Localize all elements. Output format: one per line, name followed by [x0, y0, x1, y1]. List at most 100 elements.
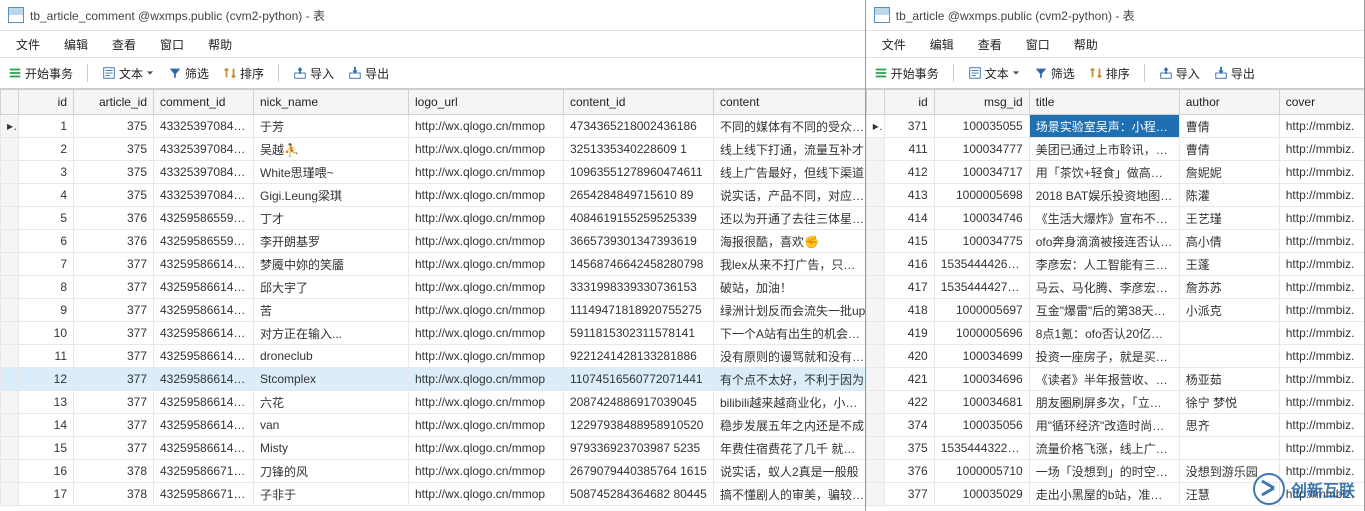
cell[interactable]: 《读者》半年报营收、净利	[1029, 368, 1179, 391]
cell[interactable]: 1535444322418	[934, 437, 1029, 460]
row-gutter[interactable]	[866, 391, 884, 414]
cell[interactable]: http://wx.qlogo.cn/mmop	[409, 115, 564, 138]
table-row[interactable]: 1537743259586614724Mistyhttp://wx.qlogo.…	[1, 437, 865, 460]
sort-button[interactable]: 排序	[1087, 64, 1132, 83]
cell[interactable]: 还以为开通了去往三体星飞！	[714, 207, 865, 230]
cell[interactable]: 用「茶饮+轻食」做高品质！	[1029, 161, 1179, 184]
cell[interactable]: http://mmbiz.	[1279, 161, 1364, 184]
export-button[interactable]: 导出	[1212, 64, 1257, 83]
cell[interactable]: 投资一座房子，就是买一座	[1029, 345, 1179, 368]
column-header[interactable]: id	[884, 90, 934, 115]
cell[interactable]: 375	[74, 161, 154, 184]
cell[interactable]: 11074516560772071441	[564, 368, 714, 391]
cell[interactable]: 2654284849715610 89	[564, 184, 714, 207]
cell[interactable]: 詹苏苏	[1179, 276, 1279, 299]
row-gutter[interactable]	[1, 345, 19, 368]
column-header[interactable]: cover	[1279, 90, 1364, 115]
cell[interactable]: 43325397084944	[154, 138, 254, 161]
table-row[interactable]: ▸371100035055场景实验室吴声：小程序很曹倩http://mmbiz.	[866, 115, 1364, 138]
cell[interactable]: 15	[19, 437, 74, 460]
cell[interactable]: 12	[19, 368, 74, 391]
cell[interactable]: 一场「没想到」的时空环游，	[1029, 460, 1179, 483]
cell[interactable]: 六花	[254, 391, 409, 414]
cell[interactable]: 用"循环经济"改造时尚消费，	[1029, 414, 1179, 437]
cell[interactable]: 14	[19, 414, 74, 437]
cell[interactable]: http://wx.qlogo.cn/mmop	[409, 230, 564, 253]
table-row[interactable]: 337543325397084944White思瑾喂~http://wx.qlo…	[1, 161, 865, 184]
row-gutter[interactable]	[1, 299, 19, 322]
cell[interactable]	[1179, 322, 1279, 345]
cell[interactable]: http://mmbiz.	[1279, 184, 1364, 207]
cell[interactable]: 378	[74, 460, 154, 483]
table-row[interactable]: 420100034699投资一座房子，就是买一座http://mmbiz.	[866, 345, 1364, 368]
cell[interactable]: 377	[74, 437, 154, 460]
cell[interactable]: 6	[19, 230, 74, 253]
cell[interactable]: 43259586671766	[154, 483, 254, 506]
cell[interactable]: 小派克	[1179, 299, 1279, 322]
cell[interactable]: 说实话，产品不同，对应的其	[714, 184, 865, 207]
begin-transaction-button[interactable]: 开始事务	[872, 64, 941, 83]
row-gutter[interactable]	[866, 299, 884, 322]
cell[interactable]: 100034696	[934, 368, 1029, 391]
cell[interactable]: 1535444426668	[934, 253, 1029, 276]
cell[interactable]: 10	[19, 322, 74, 345]
table-row[interactable]: 41310000056982018 BAT娱乐投资地图，看陈灌http://mm…	[866, 184, 1364, 207]
cell[interactable]: van	[254, 414, 409, 437]
table-row[interactable]: 1437743259586614724vanhttp://wx.qlogo.cn…	[1, 414, 865, 437]
column-header[interactable]: logo_url	[409, 90, 564, 115]
column-header[interactable]: id	[19, 90, 74, 115]
cell[interactable]: 43259586614724	[154, 299, 254, 322]
cell[interactable]: http://wx.qlogo.cn/mmop	[409, 322, 564, 345]
row-gutter[interactable]	[866, 345, 884, 368]
column-header[interactable]: content_id	[564, 90, 714, 115]
cell[interactable]: 43259586614724	[154, 345, 254, 368]
cell[interactable]: 3	[19, 161, 74, 184]
cell[interactable]: http://wx.qlogo.cn/mmop	[409, 391, 564, 414]
grid[interactable]: idarticle_idcomment_idnick_namelogo_urlc…	[0, 89, 865, 511]
cell[interactable]: 陈灌	[1179, 184, 1279, 207]
cell[interactable]: 有个点不太好，不利于因为	[714, 368, 865, 391]
cell[interactable]: http://wx.qlogo.cn/mmop	[409, 253, 564, 276]
cell[interactable]: 杨亚茹	[1179, 368, 1279, 391]
cell[interactable]: 377	[74, 253, 154, 276]
cell[interactable]: 376	[884, 460, 934, 483]
row-gutter[interactable]	[866, 437, 884, 460]
cell[interactable]: 邱大宇了	[254, 276, 409, 299]
cell[interactable]: 43259586559359	[154, 230, 254, 253]
cell[interactable]: 我lex从来不打广告，只用爱	[714, 253, 865, 276]
table-row[interactable]: 737743259586614724梦魇中妳的笑靥http://wx.qlogo…	[1, 253, 865, 276]
table-row[interactable]: ▸137543325397084944于芳http://wx.qlogo.cn/…	[1, 115, 865, 138]
text-button[interactable]: 文本	[100, 64, 156, 83]
cell[interactable]: 吴越⛹	[254, 138, 409, 161]
cell[interactable]: 马云、马化腾、李彦宏齐聚	[1029, 276, 1179, 299]
row-gutter[interactable]	[866, 483, 884, 506]
cell[interactable]: http://mmbiz.	[1279, 322, 1364, 345]
cell[interactable]	[1179, 437, 1279, 460]
cell[interactable]: 100035055	[934, 115, 1029, 138]
cell[interactable]: 43325397084944	[154, 161, 254, 184]
cell[interactable]: 2087424886917039045	[564, 391, 714, 414]
cell[interactable]: 11149471818920755275	[564, 299, 714, 322]
cell[interactable]: 43325397084944	[154, 115, 254, 138]
cell[interactable]: 李开朗基罗	[254, 230, 409, 253]
cell[interactable]: 梦魇中妳的笑靥	[254, 253, 409, 276]
cell[interactable]: 1000005697	[934, 299, 1029, 322]
table-row[interactable]: 837743259586614724邱大宇了http://wx.qlogo.cn…	[1, 276, 865, 299]
table-row[interactable]: 421100034696《读者》半年报营收、净利杨亚茹http://mmbiz.	[866, 368, 1364, 391]
cell[interactable]: 高小倩	[1179, 230, 1279, 253]
table-row[interactable]: 4181000005697互金"爆雷"后的第38天：人小派克http://mmb…	[866, 299, 1364, 322]
cell[interactable]: 413	[884, 184, 934, 207]
cell[interactable]: 100035056	[934, 414, 1029, 437]
begin-transaction-button[interactable]: 开始事务	[6, 64, 75, 83]
cell[interactable]: http://mmbiz.	[1279, 207, 1364, 230]
cell[interactable]	[1179, 345, 1279, 368]
cell[interactable]: 16	[19, 460, 74, 483]
cell[interactable]: 377	[74, 322, 154, 345]
cell[interactable]: Misty	[254, 437, 409, 460]
cell[interactable]: 8点1氪：ofo否认20亿美元	[1029, 322, 1179, 345]
cell[interactable]: 411	[884, 138, 934, 161]
row-gutter[interactable]	[1, 276, 19, 299]
cell[interactable]: 王艺瑾	[1179, 207, 1279, 230]
cell[interactable]: 43259586671766	[154, 460, 254, 483]
cell[interactable]: 100034777	[934, 138, 1029, 161]
